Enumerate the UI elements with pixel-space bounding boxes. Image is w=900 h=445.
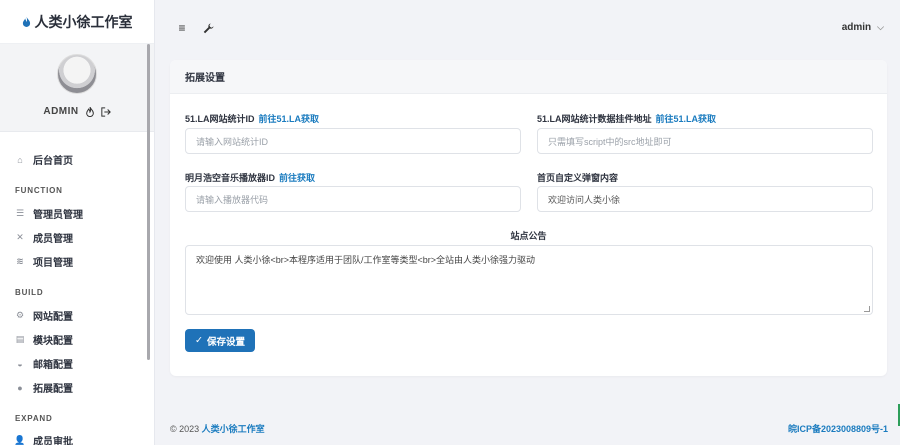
sidebar-item-mail-config[interactable]: ◒ 邮箱配置 xyxy=(15,356,73,372)
settings-icon: ⚙ xyxy=(15,310,25,320)
music-player-input[interactable]: 请输入播放器代码 xyxy=(185,186,521,212)
sidebar: 人类小徐工作室 ADMIN ⌂ 后台首页 FUNCTION ☰ 管理员管理 ✕ … xyxy=(0,0,155,445)
la-id-input[interactable]: 请输入网站统计ID xyxy=(185,128,521,154)
sidebar-item-label: 网站配置 xyxy=(33,312,73,323)
profile-username: ADMIN xyxy=(43,106,79,117)
la-widget-label: 51.LA网站统计数据挂件地址 前往51.LA获取 xyxy=(537,112,716,125)
sidebar-item-label: 模块配置 xyxy=(33,336,73,347)
icp-link[interactable]: 皖ICP备2023008809号-1 xyxy=(788,422,888,435)
sidebar-item-site-config[interactable]: ⚙ 网站配置 xyxy=(15,308,73,323)
footer-brand-link[interactable]: 人类小徐工作室 xyxy=(202,424,265,434)
section-build: BUILD xyxy=(15,288,44,297)
sidebar-item-label: 项目管理 xyxy=(33,258,73,269)
resize-handle-icon[interactable] xyxy=(864,306,870,312)
wrench-icon[interactable] xyxy=(201,21,215,35)
check-icon: ✓ xyxy=(195,335,203,346)
save-button[interactable]: ✓ 保存设置 xyxy=(185,329,255,352)
la-id-label: 51.LA网站统计ID 前往51.LA获取 xyxy=(185,112,319,125)
la-id-label-text: 51.LA网站统计ID xyxy=(185,114,255,124)
sidebar-item-label: 成员审批 xyxy=(33,437,73,445)
sidebar-item-label: 邮箱配置 xyxy=(33,360,73,371)
tools-icon: ✕ xyxy=(16,232,24,242)
extension-icon: ● xyxy=(17,382,23,393)
la-widget-label-text: 51.LA网站统计数据挂件地址 xyxy=(537,114,652,124)
sidebar-scrollbar[interactable] xyxy=(147,44,150,360)
sidebar-item-module-config[interactable]: ▤ 模块配置 xyxy=(15,332,73,347)
sidebar-item-home[interactable]: ⌂ 后台首页 xyxy=(15,152,73,168)
card-title: 拓展设置 xyxy=(170,60,887,94)
music-player-label: 明月浩空音乐播放器ID 前往获取 xyxy=(185,171,315,184)
popup-content-input[interactable]: 欢迎访问人类小徐 xyxy=(537,186,873,212)
copyright-text: © 2023 xyxy=(170,424,200,434)
layers-icon: ≋ xyxy=(16,256,24,266)
sidebar-item-member-review[interactable]: 👤 成员审批 xyxy=(14,433,73,445)
user-add-icon: 👤 xyxy=(14,435,26,445)
user-menu-name: admin xyxy=(841,22,872,33)
music-player-label-text: 明月浩空音乐播放器ID xyxy=(185,173,276,183)
avatar[interactable] xyxy=(57,54,97,94)
chevron-down-icon: ⌵ xyxy=(877,22,884,32)
flame-icon[interactable] xyxy=(85,106,95,117)
module-icon: ▤ xyxy=(15,334,25,344)
la-widget-input[interactable]: 只需填写script中的src地址即可 xyxy=(537,128,873,154)
footer-copyright: © 2023 人类小徐工作室 xyxy=(170,422,265,435)
music-player-link[interactable]: 前往获取 xyxy=(279,173,315,183)
flame-logo-icon xyxy=(22,16,30,27)
extension-settings-card: 拓展设置 51.LA网站统计ID 前往51.LA获取 请输入网站统计ID 51.L… xyxy=(170,60,887,376)
la-widget-link[interactable]: 前往51.LA获取 xyxy=(656,114,717,124)
sidebar-item-member-management[interactable]: ✕ 成员管理 xyxy=(15,230,73,245)
brand-name: 人类小徐工作室 xyxy=(34,13,133,30)
sidebar-item-extension-config[interactable]: ● 拓展配置 xyxy=(15,380,73,396)
la-id-link[interactable]: 前往51.LA获取 xyxy=(259,114,320,124)
sidebar-item-label: 成员管理 xyxy=(33,234,73,245)
topbar: ≡ admin ⌵ xyxy=(155,0,900,56)
site-notice-label: 站点公告 xyxy=(510,231,547,241)
user-profile: ADMIN xyxy=(0,44,154,132)
list-icon: ☰ xyxy=(15,208,25,218)
section-function: FUNCTION xyxy=(15,186,63,195)
popup-content-label: 首页自定义弹窗内容 xyxy=(537,173,619,183)
sidebar-item-label: 管理员管理 xyxy=(33,210,83,221)
brand[interactable]: 人类小徐工作室 xyxy=(0,0,154,44)
sidebar-item-project-management[interactable]: ≋ 项目管理 xyxy=(15,254,73,269)
sidebar-item-admin-management[interactable]: ☰ 管理员管理 xyxy=(15,206,83,221)
sidebar-item-label: 拓展配置 xyxy=(33,384,73,395)
user-menu[interactable]: admin ⌵ xyxy=(842,22,884,33)
save-button-label: 保存设置 xyxy=(206,336,245,348)
mail-icon: ◒ xyxy=(17,358,23,369)
home-icon: ⌂ xyxy=(17,154,23,165)
menu-toggle-icon[interactable]: ≡ xyxy=(175,21,189,35)
site-notice-text: 欢迎使用 人类小徐<br>本程序适用于团队/工作室等类型<br>全站由人类小徐强… xyxy=(196,255,536,265)
site-notice-textarea[interactable]: 欢迎使用 人类小徐<br>本程序适用于团队/工作室等类型<br>全站由人类小徐强… xyxy=(185,245,873,315)
logout-icon[interactable] xyxy=(100,106,111,117)
sidebar-item-label: 后台首页 xyxy=(33,156,73,167)
section-expand: EXPAND xyxy=(15,414,53,423)
